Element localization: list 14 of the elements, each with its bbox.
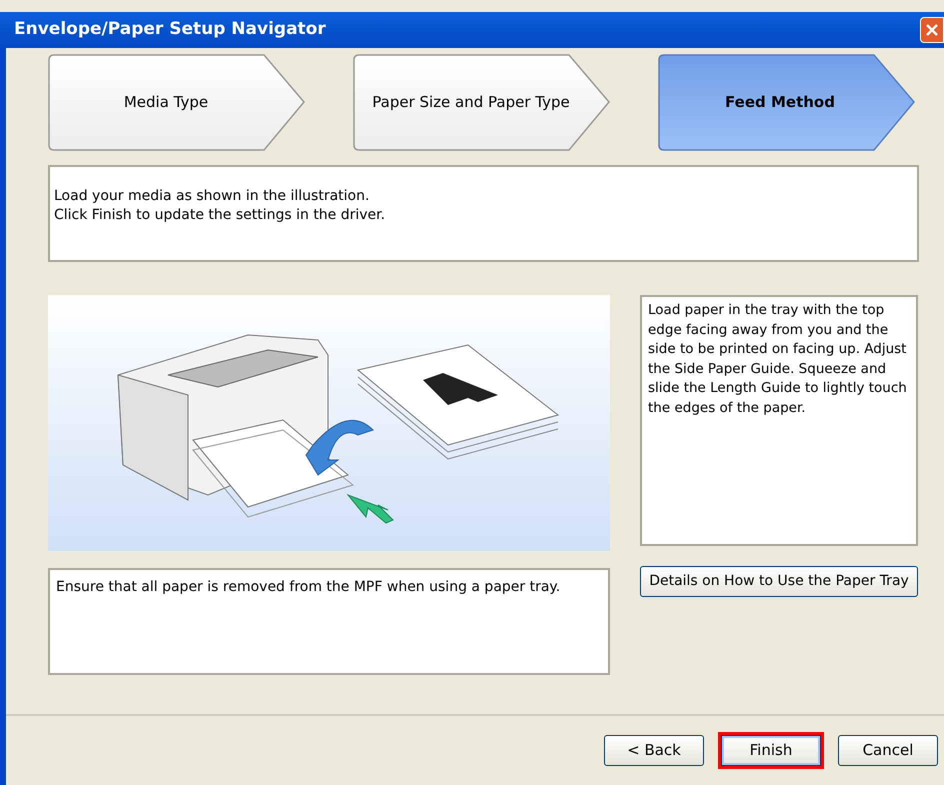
description-text: Load paper in the tray with the top edge facing away from you and the side to be printed on facing up. Adjust the Side Paper Guide. Squeeze and slide the Length Guide to lightly touch the edges of the paper. [648,301,908,418]
close-icon [926,24,938,36]
note-text: Ensure that all paper is removed from the MPF when using a paper tray. [56,579,560,595]
close-button[interactable] [920,17,944,43]
instruction-text: Click Finish to update the settings in the driver. [54,206,386,225]
details-button[interactable]: Details on How to Use the Paper Tray [640,566,918,597]
step-tab[interactable]: Media Type [48,54,306,151]
dialog-button[interactable]: Cancel [838,735,938,766]
dialog-button[interactable]: Finish [718,732,824,769]
dialog-button[interactable]: < Back [604,735,704,766]
instruction-text: Load your media as shown in the illustration. [54,187,370,206]
step-tab[interactable]: Feed Method [658,54,916,151]
window-title: Envelope/Paper Setup Navigator [14,18,326,42]
step-tab[interactable]: Paper Size and Paper Type [353,54,611,151]
